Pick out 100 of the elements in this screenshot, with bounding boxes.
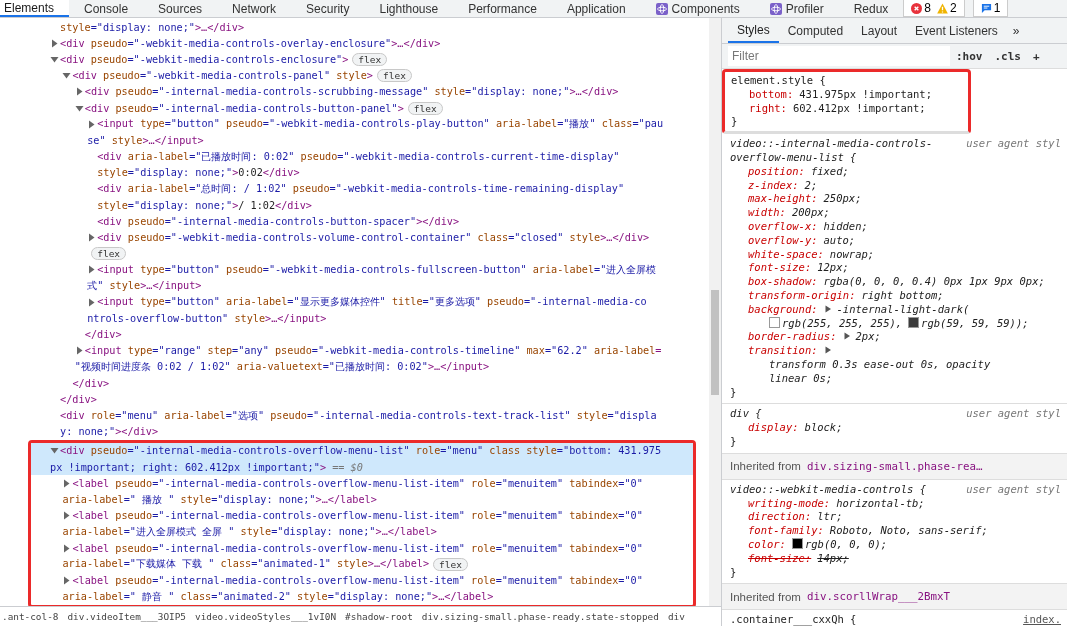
property-value: auto; [823, 233, 856, 248]
panel-tab[interactable]: Components [640, 0, 755, 17]
inherited-source-link[interactable]: div.scorllWrap___2BmxT [806, 590, 950, 604]
issue-counter[interactable]: 8 [908, 0, 935, 16]
expand-arrow-icon[interactable] [87, 297, 97, 307]
expand-arrow-icon[interactable] [74, 346, 84, 356]
rule-origin[interactable]: index. [1023, 613, 1061, 626]
property-value: 14px; [817, 551, 849, 566]
expand-arrow-icon[interactable] [50, 38, 59, 48]
css-selector: .container___cxxQh { [730, 613, 857, 626]
flex-badge[interactable]: flex [376, 69, 412, 83]
expand-arrow-icon[interactable] [823, 346, 832, 355]
expand-arrow-icon[interactable] [87, 119, 97, 129]
property-value: rgba(0, 0, 0, 0.4) 0px 1px 9px 0px; [823, 275, 1045, 289]
code-line: 式" style>…</input> [87, 279, 202, 294]
breadcrumb-item[interactable]: .ant-col-8 [2, 611, 59, 622]
expand-arrow-icon[interactable] [74, 87, 84, 97]
code-line: <label pseudo="-internal-media-controls-overflow-menu-list-item" role="menuitem" tabindex="0" [72, 510, 643, 522]
expand-arrow-icon[interactable] [62, 71, 72, 81]
rule-close-brace: } [730, 565, 738, 580]
property-value: -internal-light-dark( [836, 302, 970, 317]
color-swatch[interactable] [791, 537, 803, 549]
property-name: direction: [748, 510, 812, 523]
expand-arrow-icon[interactable] [50, 54, 59, 64]
styles-tab[interactable]: Layout [852, 18, 907, 43]
styles-tab[interactable]: Event Listeners [906, 18, 1007, 43]
css-selector: element.style { [731, 74, 826, 88]
expand-arrow-icon[interactable] [62, 575, 72, 585]
filter-option-button[interactable]: :hov [950, 49, 989, 63]
property-value: 602.412px !important; [792, 101, 926, 116]
breadcrumb-item[interactable]: video.videoStyles___1vI0N [195, 611, 337, 622]
property-value: nowrap; [829, 247, 875, 262]
code-line: ntrols-overflow-button" style>…</input> [87, 312, 327, 324]
breadcrumb-item[interactable]: #shadow-root [345, 611, 413, 622]
flex-badge[interactable]: flex [91, 247, 127, 261]
code-line: px !important; right: 602.412px !important;"> == $0 [50, 461, 363, 473]
rule-origin: user agent styl [966, 137, 1061, 152]
selected-row[interactable]: px !important; right: 602.412px !important;"> == $0 [31, 459, 693, 476]
styles-tab[interactable]: Computed [778, 18, 853, 43]
panel-tab[interactable]: Network [217, 0, 292, 17]
panel-tab[interactable]: Lighthouse [364, 0, 454, 17]
property-value: 431.975px !important; [799, 87, 933, 102]
expand-arrow-icon[interactable] [87, 233, 97, 243]
property-value: fixed; [810, 164, 849, 179]
property-name: color: [748, 537, 786, 550]
property-name: overflow-x: [748, 219, 818, 232]
filter-field[interactable]: Filter [728, 46, 950, 66]
panel-tab[interactable]: Performance [453, 0, 552, 17]
expand-arrow-icon[interactable] [50, 446, 59, 456]
inherited-source-link[interactable]: div.sizing-small.phase-rea… [806, 459, 983, 473]
panel-tab[interactable]: Console [69, 0, 144, 17]
scrollbar-thumb[interactable] [711, 290, 719, 395]
breadcrumb-item[interactable]: div.videoItem___3OIP5 [67, 611, 186, 622]
panel-tab[interactable]: Profiler [754, 0, 839, 17]
rule-close-brace: } [730, 434, 738, 449]
panel-tab[interactable]: Redux [838, 0, 904, 17]
code-line: style="display: none;">…</div> [60, 21, 245, 33]
expand-arrow-icon[interactable] [823, 304, 832, 313]
color-swatch[interactable] [769, 316, 780, 328]
breadcrumb-item[interactable]: div.sizing-small.phase-ready.state-stopped [421, 611, 659, 622]
code-line: <div aria-label="总时间: / 1:02" pseudo="-webkit-media-controls-time-remaining-display" [97, 181, 624, 196]
property-value: block; [804, 421, 843, 435]
inherited-label: Inherited from [730, 460, 801, 473]
flex-badge[interactable]: flex [407, 101, 443, 115]
expand-arrow-icon[interactable] [62, 478, 72, 488]
panel-tab[interactable]: Elements [0, 0, 70, 17]
atom-icon [655, 2, 668, 15]
rule-origin: user agent styl [966, 407, 1061, 422]
panel-tab[interactable]: Security [291, 0, 365, 17]
panel-tab[interactable]: Application [551, 0, 641, 17]
property-value: rgb(0, 0, 0); [804, 537, 888, 552]
property-name: background: [748, 302, 818, 315]
expand-arrow-icon[interactable] [62, 511, 72, 521]
code-line: style="display: none;">/ 1:02</div> [97, 199, 312, 211]
code-line: <div role="menu" aria-label="选项" pseudo="-internal-media-controls-text-track-list" style="displa [60, 408, 657, 423]
color-swatch[interactable] [908, 316, 920, 328]
filter-option-button[interactable]: .cls [988, 49, 1027, 63]
code-line: <div pseudo="-webkit-media-controls-overlay-enclosure">…</div> [60, 37, 441, 49]
expand-arrow-icon[interactable] [842, 332, 851, 341]
expand-arrow-icon[interactable] [62, 543, 72, 553]
property-value: 250px; [823, 192, 862, 207]
panel-tab[interactable]: Sources [143, 0, 218, 17]
flex-badge[interactable]: flex [352, 52, 388, 66]
issue-counter[interactable]: 2 [934, 0, 960, 16]
breadcrumb-item[interactable]: div [667, 611, 685, 622]
filter-option-button[interactable]: + [1027, 49, 1046, 63]
code-line: <input type="range" step="any" pseudo="-webkit-media-controls-timeline" max="62.2" aria-label= [84, 345, 662, 357]
expand-arrow-icon[interactable] [74, 103, 84, 113]
code-line: <div pseudo="-webkit-media-controls-enclosure"> [60, 53, 349, 65]
property-name: transform-origin: [748, 288, 856, 301]
property-value: 2; [804, 178, 818, 193]
code-line: <input type="button" pseudo="-webkit-media-controls-fullscreen-button" aria-label="进入全屏模 [97, 262, 657, 277]
code-line: <label pseudo="-internal-media-controls-overflow-menu-list-item" role="menuitem" tabindex="0" [72, 542, 643, 554]
property-value: right bottom; [861, 288, 944, 303]
expand-arrow-icon[interactable] [87, 265, 97, 275]
flex-badge[interactable]: flex [433, 557, 468, 571]
more-tabs-button[interactable]: » [1006, 18, 1026, 43]
code-line: <div pseudo="-internal-media-controls-button-spacer"></div> [97, 215, 460, 227]
code-line: y: none;"></div> [60, 426, 159, 438]
selected-row[interactable]: <div pseudo="-internal-media-controls-overflow-menu-list" role="menu" class style="bottom: 431.975 [31, 442, 693, 460]
